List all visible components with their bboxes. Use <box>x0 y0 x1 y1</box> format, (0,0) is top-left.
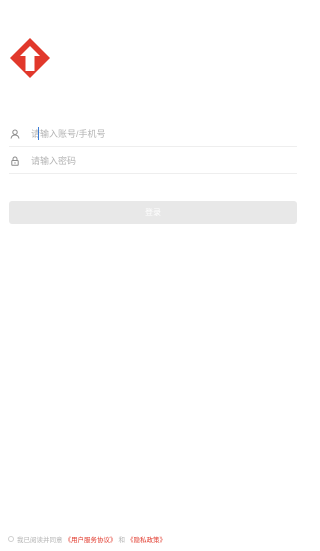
password-input[interactable] <box>31 153 281 169</box>
agreement-prefix: 我已阅读并同意 <box>17 537 63 544</box>
login-button[interactable]: 登录 <box>9 201 297 224</box>
app-logo <box>9 37 51 79</box>
account-input[interactable] <box>31 126 281 142</box>
agreement-row: 我已阅读并同意 《用户服务协议》 和 《隐私政策》 <box>8 533 168 545</box>
text-caret <box>38 127 39 140</box>
agreement-checkbox[interactable] <box>8 536 14 542</box>
account-field <box>9 122 297 147</box>
user-agreement-link[interactable]: 《用户服务协议》 <box>65 534 117 544</box>
login-screen: 登录 我已阅读并同意 《用户服务协议》 和 《隐私政策》 <box>0 0 309 551</box>
agreement-connector: 和 <box>118 537 126 544</box>
password-field <box>9 149 297 174</box>
lock-icon <box>9 155 21 167</box>
user-icon <box>9 128 21 140</box>
privacy-policy-link[interactable]: 《隐私政策》 <box>127 534 166 544</box>
